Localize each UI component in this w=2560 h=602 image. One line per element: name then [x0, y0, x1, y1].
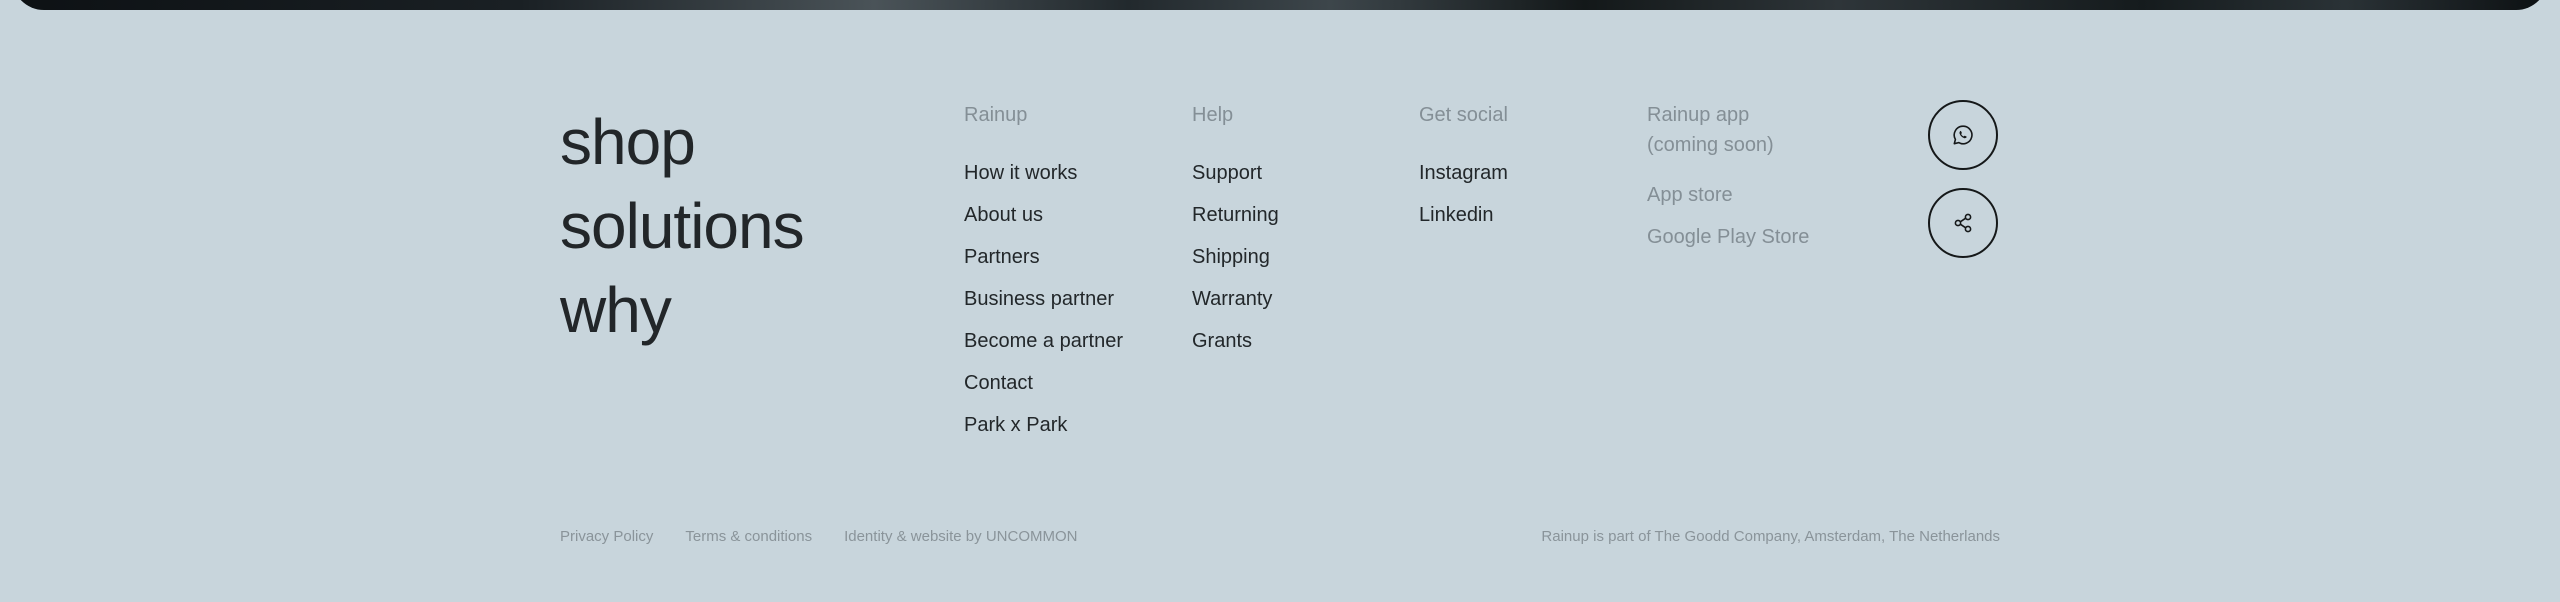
- company-notice: Rainup is part of The Goodd Company, Ams…: [1541, 528, 2000, 545]
- link-returning[interactable]: Returning: [1192, 194, 1279, 236]
- link-support[interactable]: Support: [1192, 152, 1279, 194]
- whatsapp-button[interactable]: [1928, 100, 1998, 170]
- hero-image: [12, 0, 2548, 10]
- link-shipping[interactable]: Shipping: [1192, 236, 1279, 278]
- hero-image-edge: [0, 0, 2560, 11]
- link-contact[interactable]: Contact: [964, 362, 1123, 404]
- rainup-heading: Rainup: [964, 104, 1028, 126]
- link-instagram[interactable]: Instagram: [1419, 152, 1508, 194]
- rainup-column: Rainup How it works About us Partners Bu…: [964, 100, 1123, 446]
- share-icon: [1954, 213, 1972, 233]
- link-google-play-store[interactable]: Google Play Store: [1647, 216, 1809, 258]
- link-about-us[interactable]: About us: [964, 194, 1123, 236]
- help-heading: Help: [1192, 104, 1234, 126]
- link-how-it-works[interactable]: How it works: [964, 152, 1123, 194]
- nav-shop[interactable]: shop: [560, 100, 804, 184]
- social-column: Get social Instagram Linkedin: [1419, 100, 1508, 236]
- social-heading: Get social: [1419, 104, 1508, 126]
- terms-link[interactable]: Terms & conditions: [685, 528, 812, 545]
- link-linkedin[interactable]: Linkedin: [1419, 194, 1508, 236]
- share-button[interactable]: [1928, 188, 1998, 258]
- main-nav: shop solutions why: [560, 100, 805, 352]
- link-business-partner[interactable]: Business partner: [964, 278, 1123, 320]
- app-column: Rainup app (coming soon) App store Googl…: [1647, 100, 1809, 258]
- credit-link[interactable]: Identity & website by UNCOMMON: [844, 528, 1077, 545]
- link-become-a-partner[interactable]: Become a partner: [964, 320, 1123, 362]
- whatsapp-icon: [1953, 125, 1973, 145]
- link-park-x-park[interactable]: Park x Park: [964, 404, 1123, 446]
- legal-links: Privacy Policy Terms & conditions Identi…: [560, 528, 1077, 545]
- privacy-policy-link[interactable]: Privacy Policy: [560, 528, 653, 545]
- link-app-store[interactable]: App store: [1647, 174, 1809, 216]
- app-heading: Rainup app (coming soon): [1647, 104, 1774, 156]
- link-warranty[interactable]: Warranty: [1192, 278, 1279, 320]
- help-column: Help Support Returning Shipping Warranty…: [1192, 100, 1279, 362]
- link-partners[interactable]: Partners: [964, 236, 1123, 278]
- nav-solutions[interactable]: solutions: [560, 184, 805, 268]
- nav-why[interactable]: why: [560, 268, 804, 352]
- link-grants[interactable]: Grants: [1192, 320, 1279, 362]
